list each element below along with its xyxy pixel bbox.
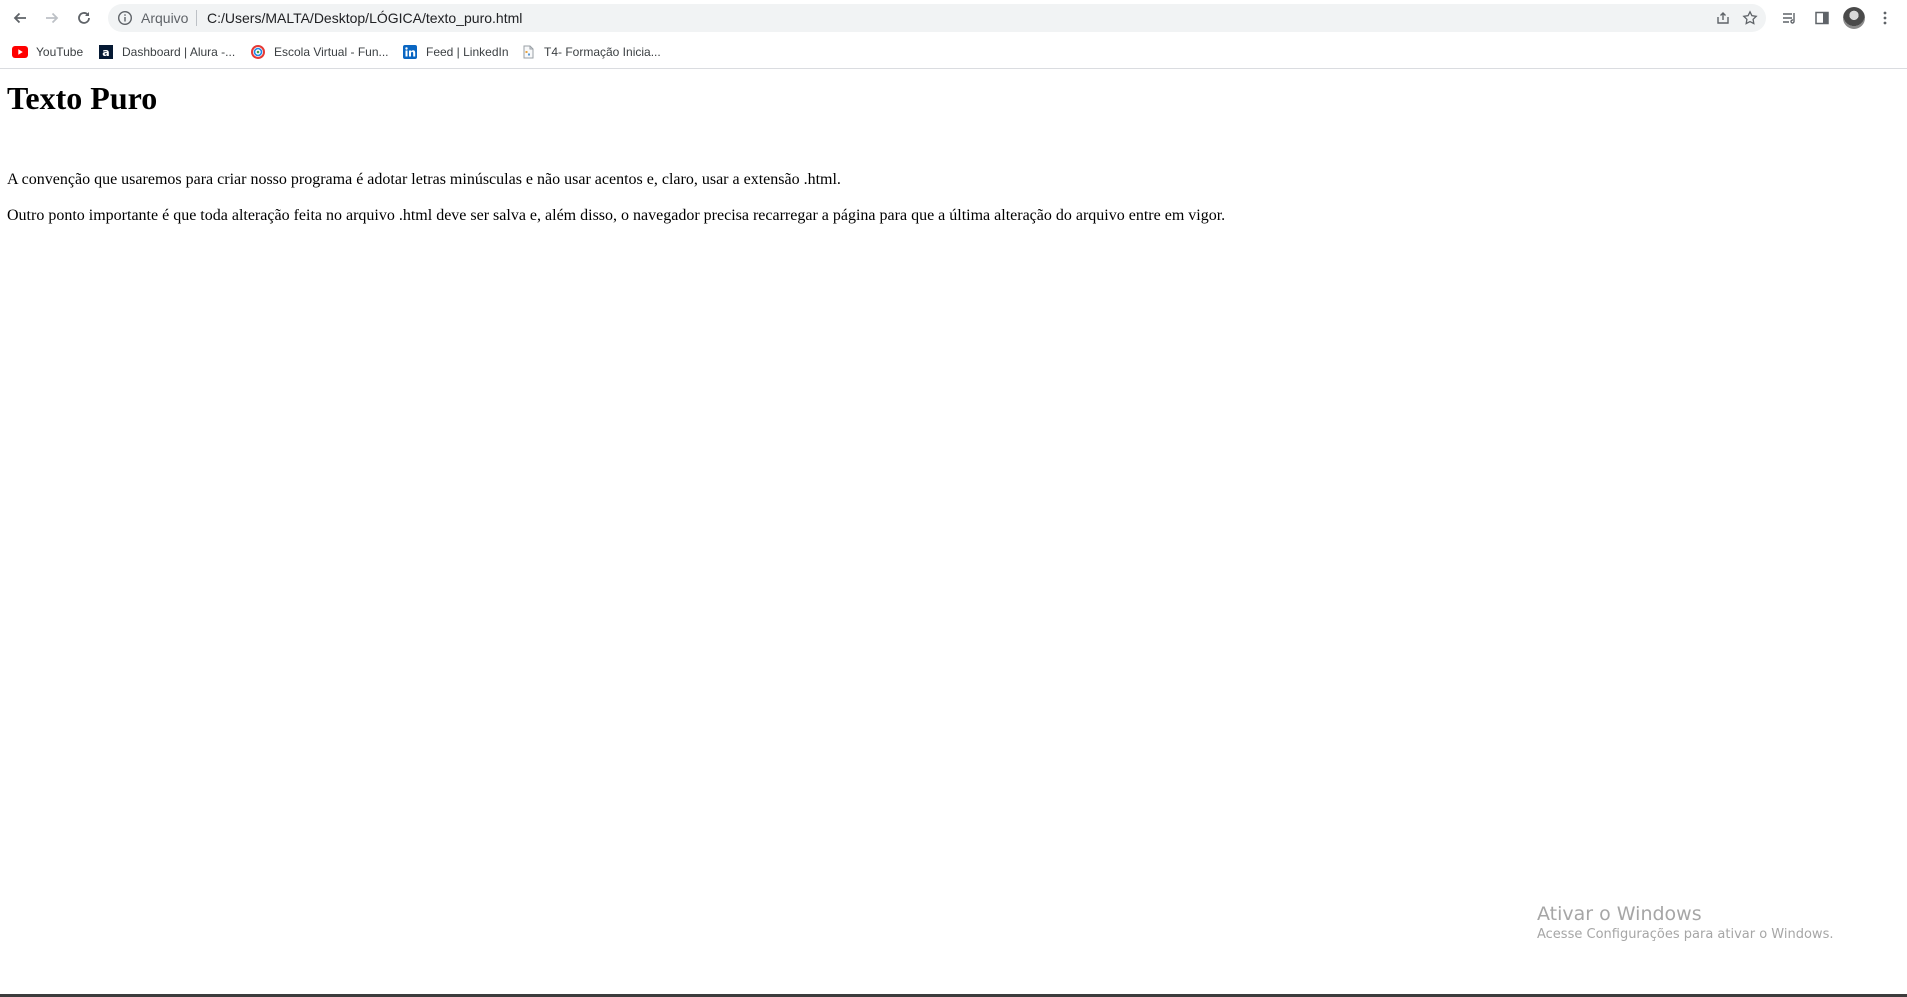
linkedin-icon [402, 44, 418, 60]
reload-button[interactable] [72, 6, 96, 30]
bookmark-label: Escola Virtual - Fun... [274, 45, 389, 59]
share-icon [1717, 12, 1729, 24]
escola-virtual-icon [250, 44, 266, 60]
kebab-menu-icon [1883, 11, 1887, 25]
page-heading: Texto Puro [7, 80, 158, 116]
reload-icon [78, 12, 90, 24]
address-bar[interactable]: Arquivo C:/Users/MALTA/Desktop/LÓGICA/te… [108, 4, 1766, 32]
address-url[interactable]: C:/Users/MALTA/Desktop/LÓGICA/texto_puro… [207, 10, 522, 26]
youtube-icon [12, 44, 28, 60]
bookmark-alura[interactable]: a Dashboard | Alura -... [98, 41, 235, 63]
windows-activation-watermark: Ativar o Windows Acesse Configurações pa… [1537, 902, 1833, 944]
profile-avatar[interactable] [1843, 7, 1865, 29]
bookmark-label: Dashboard | Alura -... [122, 45, 236, 59]
browser-toolbar: Arquivo C:/Users/MALTA/Desktop/LÓGICA/te… [0, 0, 1907, 36]
paragraph-1: A convenção que usaremos para criar noss… [7, 171, 841, 188]
svg-text:a: a [102, 46, 109, 59]
bookmark-escola-virtual[interactable]: Escola Virtual - Fun... [250, 41, 389, 63]
bookmark-label: YouTube [36, 45, 84, 59]
side-panel-button[interactable] [1810, 6, 1834, 30]
paragraph-2: Outro ponto importante é que toda altera… [7, 207, 1226, 224]
menu-button[interactable] [1873, 6, 1897, 30]
alura-icon: a [98, 44, 114, 60]
watermark-title: Ativar o Windows [1537, 903, 1702, 925]
page-icon [520, 44, 536, 60]
back-button[interactable] [8, 6, 32, 30]
bookmark-star-button[interactable] [1740, 8, 1760, 28]
watermark-subtitle: Acesse Configurações para ativar o Windo… [1537, 927, 1834, 942]
bookmark-t4-formacao[interactable]: T4- Formação Inicia... [520, 41, 661, 63]
bookmark-linkedin[interactable]: Feed | LinkedIn [402, 41, 509, 63]
side-panel-icon [1815, 11, 1829, 25]
reading-list-button[interactable] [1777, 6, 1801, 30]
bookmark-youtube[interactable]: YouTube [12, 41, 83, 63]
bookmarks-bar: YouTube a Dashboard | Alura -... Escola … [0, 36, 1907, 69]
info-icon[interactable] [117, 10, 133, 26]
bookmark-label: Feed | LinkedIn [426, 45, 509, 59]
star-icon [1742, 10, 1758, 25]
share-button[interactable] [1713, 8, 1733, 28]
forward-button[interactable] [40, 6, 64, 30]
address-separator [196, 10, 197, 26]
reading-list-icon [1783, 13, 1795, 24]
bookmark-label: T4- Formação Inicia... [544, 45, 661, 59]
address-scheme-label: Arquivo [141, 10, 189, 26]
page-content: Texto Puro A convenção que usaremos para… [0, 69, 1907, 994]
arrow-right-icon [46, 12, 59, 24]
arrow-left-icon [13, 12, 26, 24]
